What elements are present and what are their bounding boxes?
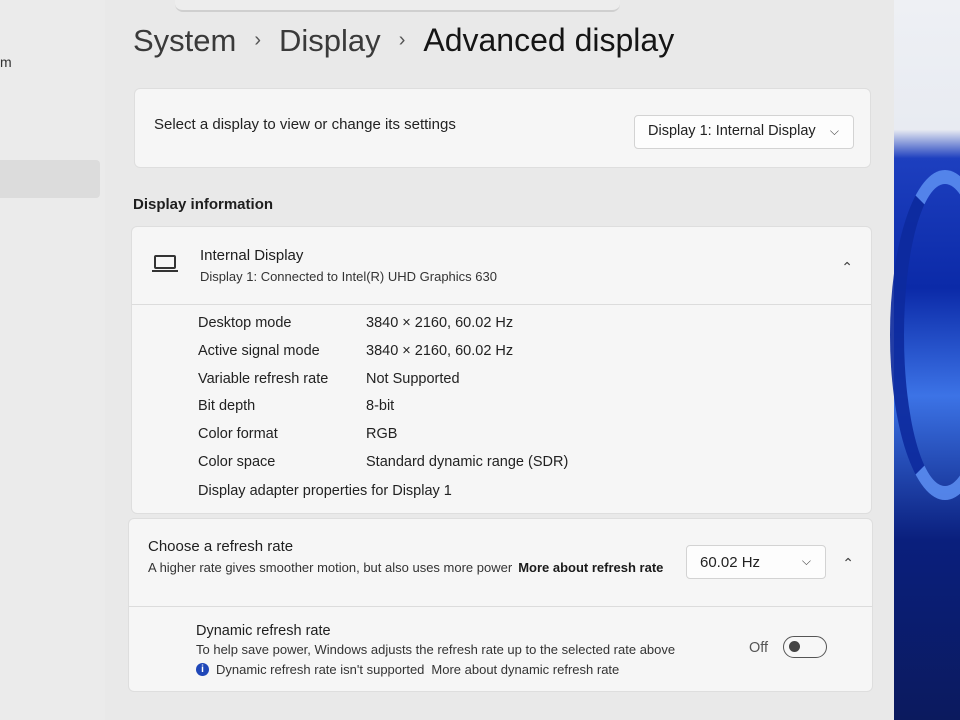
select-display-label: Select a display to view or change its s… bbox=[154, 116, 456, 133]
more-about-refresh-rate-link[interactable]: More about refresh rate bbox=[518, 560, 663, 575]
info-row: Bit depth 8-bit bbox=[198, 398, 568, 426]
info-row-value: 3840 × 2160, 60.02 Hz bbox=[366, 315, 514, 331]
more-about-dynamic-refresh-link[interactable]: More about dynamic refresh rate bbox=[431, 662, 619, 677]
display-select-value: Display 1: Internal Display bbox=[648, 123, 816, 139]
search-box-edge[interactable] bbox=[175, 0, 620, 12]
dynamic-refresh-toggle-state: Off bbox=[749, 640, 769, 656]
chevron-down-icon: ⌵ bbox=[829, 124, 839, 138]
refresh-rate-description-block: A higher rate gives smoother motion, but… bbox=[148, 559, 668, 577]
info-row-value: RGB bbox=[366, 426, 398, 443]
chevron-down-icon: ⌵ bbox=[801, 554, 811, 568]
dynamic-refresh-title: Dynamic refresh rate bbox=[196, 623, 331, 639]
info-row: Color format RGB bbox=[198, 426, 568, 454]
sidebar-selected-item[interactable] bbox=[0, 160, 100, 198]
chevron-right-icon: › bbox=[254, 29, 262, 51]
sidebar: m bbox=[0, 0, 105, 720]
refresh-rate-value: 60.02 Hz bbox=[700, 554, 761, 571]
dynamic-refresh-note: i Dynamic refresh rate isn't supported M… bbox=[196, 662, 619, 677]
display-connection: Display 1: Connected to Intel(R) UHD Gra… bbox=[200, 269, 497, 284]
page-title: Advanced display bbox=[423, 22, 675, 58]
refresh-rate-card: Choose a refresh rate A higher rate give… bbox=[128, 518, 873, 692]
display-information-heading: Display information bbox=[133, 196, 274, 213]
display-adapter-properties-link[interactable]: Display adapter properties for Display 1 bbox=[198, 483, 452, 499]
breadcrumb: System › Display › Advanced display bbox=[133, 22, 674, 59]
desktop-wallpaper bbox=[890, 0, 960, 720]
refresh-rate-description: A higher rate gives smoother motion, but… bbox=[148, 560, 513, 575]
info-row-value: 3840 × 2160, 60.02 Hz bbox=[366, 342, 514, 359]
sidebar-partial-text: m bbox=[0, 54, 12, 70]
chevron-up-icon[interactable]: ⌃ bbox=[841, 259, 853, 276]
info-row: Color space Standard dynamic range (SDR) bbox=[198, 454, 568, 482]
chevron-up-icon[interactable]: ⌃ bbox=[842, 555, 854, 572]
info-row-label: Desktop mode bbox=[198, 315, 292, 331]
display-name: Internal Display bbox=[200, 247, 304, 264]
monitor-icon bbox=[152, 255, 178, 272]
dynamic-refresh-description: To help save power, Windows adjusts the … bbox=[196, 642, 676, 657]
display-info-rows: Desktop mode 3840 × 2160, 60.02 Hz Active… bbox=[198, 315, 568, 482]
info-row: Desktop mode 3840 × 2160, 60.02 Hz bbox=[198, 315, 568, 343]
info-row-label: Bit depth bbox=[198, 398, 256, 415]
info-icon: i bbox=[196, 663, 209, 676]
info-row-label: Variable refresh rate bbox=[198, 370, 329, 387]
select-display-card: Select a display to view or change its s… bbox=[134, 88, 871, 168]
refresh-rate-header: Choose a refresh rate A higher rate give… bbox=[129, 519, 872, 607]
info-row-value: Standard dynamic range (SDR) bbox=[366, 453, 569, 470]
refresh-rate-title: Choose a refresh rate bbox=[148, 538, 294, 555]
chevron-right-icon: › bbox=[398, 29, 406, 51]
toggle-knob bbox=[789, 641, 800, 652]
breadcrumb-system[interactable]: System bbox=[133, 23, 236, 59]
info-row: Variable refresh rate Not Supported bbox=[198, 371, 568, 399]
dynamic-refresh-note-text: Dynamic refresh rate isn't supported bbox=[216, 662, 425, 677]
dynamic-refresh-toggle[interactable] bbox=[783, 636, 827, 658]
display-information-card: Internal Display Display 1: Connected to… bbox=[131, 226, 872, 514]
info-row: Active signal mode 3840 × 2160, 60.02 Hz bbox=[198, 343, 568, 371]
refresh-rate-dropdown[interactable]: 60.02 Hz ⌵ bbox=[686, 545, 826, 579]
display-select-dropdown[interactable]: Display 1: Internal Display ⌵ bbox=[634, 115, 854, 149]
breadcrumb-display[interactable]: Display bbox=[279, 23, 381, 59]
info-row-value: 8-bit bbox=[366, 398, 395, 415]
display-info-header[interactable]: Internal Display Display 1: Connected to… bbox=[132, 227, 871, 305]
info-row-label: Active signal mode bbox=[198, 342, 320, 359]
info-row-value: Not Supported bbox=[366, 370, 460, 387]
info-row-label: Color space bbox=[198, 453, 276, 470]
info-row-label: Color format bbox=[198, 426, 278, 443]
